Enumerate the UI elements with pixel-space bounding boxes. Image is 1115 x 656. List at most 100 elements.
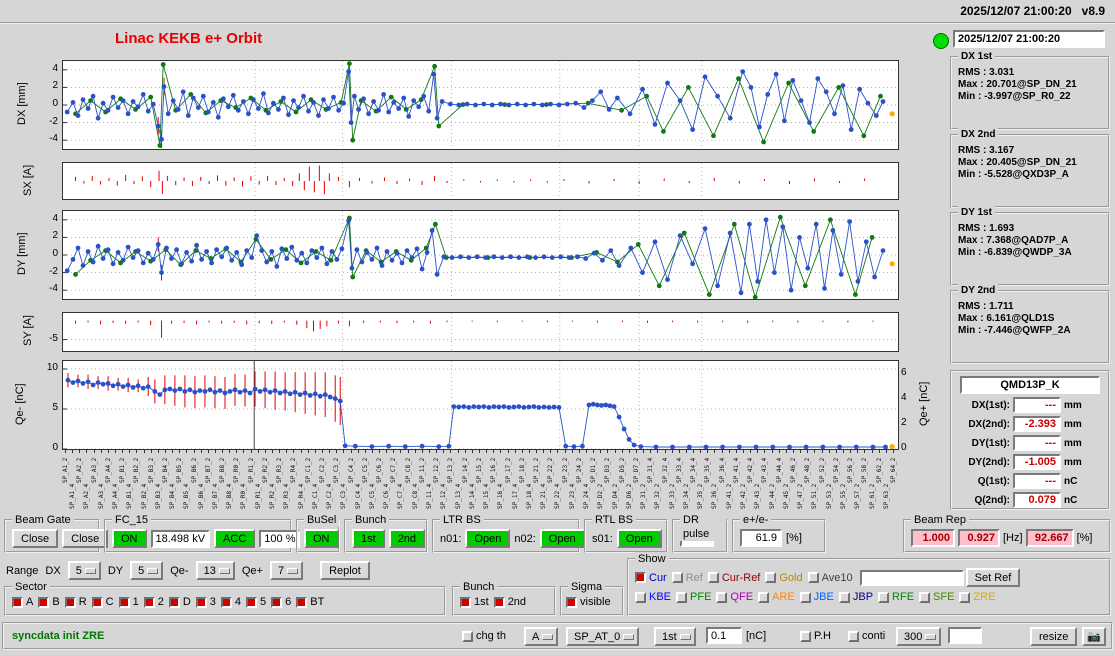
bpm-label: SP_44_4 <box>775 457 783 483</box>
busel-on-button[interactable]: ON <box>304 529 339 548</box>
monitor-device-select[interactable]: QMD13P_K <box>960 376 1100 394</box>
ltr-n01-open-button[interactable]: Open <box>465 529 511 548</box>
beam-rep-value1: 1.000 <box>911 529 955 547</box>
show-checkbox-SFE[interactable]: SFE <box>919 591 954 603</box>
bpm-label: SP_B5_4 <box>183 483 191 509</box>
checkbox-label: 2nd <box>507 596 527 608</box>
bpm-label: SP_21_2 <box>533 457 540 483</box>
sector-checkbox-3[interactable]: 3 <box>195 596 216 608</box>
sector-checkbox-5[interactable]: 5 <box>246 596 266 608</box>
range-qep-select[interactable]: 7 <box>269 561 304 580</box>
bunch-2nd-button[interactable]: 2nd <box>388 529 426 548</box>
show-checkbox-RFE[interactable]: RFE <box>878 591 914 603</box>
checkbox-label: D <box>182 596 191 608</box>
fc15-acc-button[interactable]: ACC <box>214 529 256 548</box>
chg-th-checkbox[interactable]: chg th <box>462 630 506 642</box>
y-tick-label: -2 <box>49 265 58 277</box>
eplus-eminus-frame: e+/e- 61.9 [%] <box>732 513 826 553</box>
resize-button[interactable]: resize <box>1030 627 1078 646</box>
sigma-checkbox-visible[interactable]: visible <box>566 596 611 608</box>
bpm-label: SP_17_4 <box>511 483 519 509</box>
bunch-checkbox-1st[interactable]: 1st <box>460 596 489 608</box>
monitor-row: DX(2nd): -2.393 mm <box>968 416 1082 432</box>
checkbox-label: 1 <box>132 596 139 608</box>
bpm-label: SP_32_4 <box>661 457 669 483</box>
show-checkbox-Cur[interactable]: Cur <box>635 572 667 584</box>
fc15-on-button[interactable]: ON <box>112 529 147 548</box>
eplus-eminus-unit: [%] <box>786 532 802 544</box>
sector-checkbox-D[interactable]: D <box>168 596 191 608</box>
bpm-label: SP_21_4 <box>540 483 548 509</box>
beam-gate-close1-button[interactable]: Close <box>12 529 59 548</box>
bpm-label: SP_B2_2 <box>133 457 141 483</box>
checkbox-indicator <box>635 572 646 583</box>
bunch-1st-button[interactable]: 1st <box>352 529 385 548</box>
bpm-label: SP_34_4 <box>690 457 697 483</box>
sector-checkbox-C[interactable]: C <box>91 596 114 608</box>
beam-gate-close2-button[interactable]: Close <box>62 529 109 548</box>
show-checkbox-PFE[interactable]: PFE <box>676 591 711 603</box>
sector-checkbox-R[interactable]: R <box>64 596 87 608</box>
range-qem-select[interactable]: 13 <box>195 561 235 580</box>
ltr-n02-open-button[interactable]: Open <box>539 529 585 548</box>
status-indicator-green <box>933 33 949 49</box>
show-checkbox-KBE[interactable]: KBE <box>635 591 671 603</box>
show-checkbox-QFE[interactable]: QFE <box>716 591 753 603</box>
sector-checkbox-B[interactable]: B <box>38 596 60 608</box>
dx-orbit-plot <box>62 60 899 150</box>
camera-button[interactable]: 📷 <box>1082 627 1106 646</box>
show-checkbox-JBP[interactable]: JBP <box>838 591 873 603</box>
beam-rep-value3: 92.667 <box>1025 529 1074 547</box>
show-checkbox-Cur-Ref[interactable]: Cur-Ref <box>707 572 760 584</box>
threshold-entry[interactable]: 0.1 <box>706 627 742 644</box>
ltr-bs-frame: LTR BS n01: Open n02: Open <box>432 513 585 553</box>
show-checkbox-ZRE[interactable]: ZRE <box>959 591 995 603</box>
stats-dx-1st: DX 1st RMS : 3.031 Max : 20.701@SP_DN_21… <box>950 50 1110 130</box>
inter-entry[interactable] <box>948 627 982 644</box>
y-tick-label: 0 <box>52 98 58 109</box>
sector-checkbox-4[interactable]: 4 <box>220 596 241 608</box>
checkbox-label: Gold <box>779 571 803 584</box>
sector-checkbox-1[interactable]: 1 <box>118 596 139 608</box>
bpm-label: SP_D3_2 <box>604 457 612 483</box>
beam-rep-value2: 0.927 <box>958 529 1000 547</box>
beam-rep-pct-label: [%] <box>1076 532 1093 544</box>
show-checkbox-Ref[interactable]: Ref <box>671 572 703 584</box>
show-checkbox-Gold[interactable]: Gold <box>765 571 803 584</box>
bpm-label: SP_B1_4 <box>126 483 134 509</box>
bpm-label: SP_A1_2 <box>62 457 69 483</box>
set-ref-button[interactable]: Set Ref <box>965 568 1021 587</box>
y-tick-label: 0 <box>52 442 58 453</box>
bpm-label: SP_18_4 <box>525 483 533 509</box>
mode-select[interactable]: A <box>524 627 559 646</box>
range-dy-select[interactable]: 5 <box>130 561 164 580</box>
sector-checkbox-BT[interactable]: BT <box>296 596 324 608</box>
bunch-checkbox-2nd[interactable]: 2nd <box>493 596 527 608</box>
ph-checkbox[interactable]: P.H <box>800 630 831 642</box>
bpm-label: SP_63_2 <box>882 483 890 509</box>
optionmenu-indicator <box>84 567 96 574</box>
stats-dy-2nd: DY 2nd RMS : 1.711 Max : 6.161@QLD1S Min… <box>950 284 1110 364</box>
range-dy-label: DY <box>107 564 124 577</box>
sx-steering-plot <box>62 162 899 200</box>
beam-rep-frame: Beam Rep 1.000 0.927 [Hz] 92.667 [%] <box>903 513 1111 553</box>
show-checkbox-JBE[interactable]: JBE <box>799 591 834 603</box>
show-checkbox-ARE[interactable]: ARE <box>758 591 795 603</box>
replot-button[interactable]: Replot <box>320 561 370 580</box>
checkbox-label: RFE <box>892 591 915 603</box>
interval-select[interactable]: 300 <box>896 627 942 646</box>
checkbox-indicator <box>799 591 811 603</box>
sector-checkbox-6[interactable]: 6 <box>271 596 291 608</box>
device-select[interactable]: SP_AT_0 <box>566 627 640 646</box>
show-checkbox-Ave10[interactable]: Ave10 <box>807 572 853 584</box>
rtl-s01-open-button[interactable]: Open <box>616 529 662 548</box>
range-dx-select[interactable]: 5 <box>67 561 101 580</box>
checkbox-label: B <box>52 596 60 608</box>
checkbox-label: 6 <box>285 596 292 608</box>
sector-checkbox-2[interactable]: 2 <box>143 596 164 608</box>
bpm-label: SP_A2_4 <box>83 483 91 509</box>
ref-name-entry[interactable] <box>859 569 964 586</box>
sector-checkbox-A[interactable]: A <box>12 596 33 608</box>
bunch-order-select[interactable]: 1st <box>654 627 696 646</box>
conti-checkbox[interactable]: conti <box>848 630 885 642</box>
